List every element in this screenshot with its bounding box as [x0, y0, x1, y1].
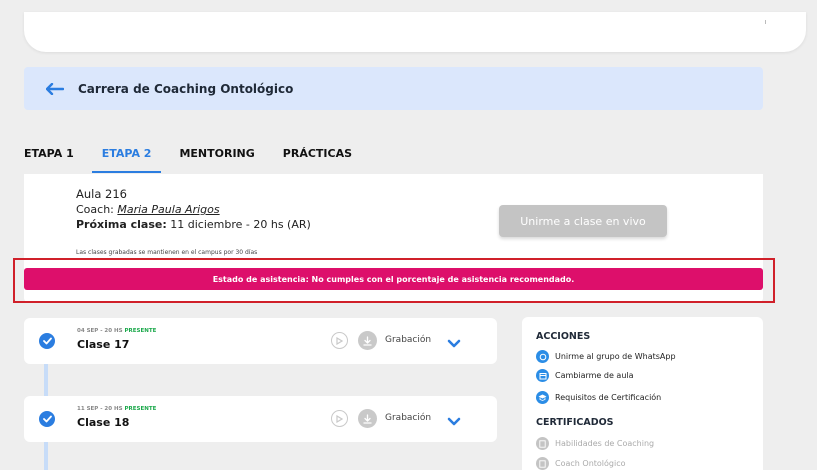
divider	[765, 20, 766, 24]
class-status: PRESENTE	[124, 328, 157, 334]
certificate-icon	[536, 437, 549, 450]
class-title: Clase 17	[77, 338, 130, 351]
sidebar-item-label: Unirme al grupo de WhatsApp	[555, 352, 676, 361]
tab-mentoring[interactable]: MENTORING	[179, 147, 254, 173]
recorded-note: Las clases grabadas se mantienen en el c…	[76, 249, 258, 256]
tab-etapa-2[interactable]: ETAPA 2	[91, 147, 162, 173]
sidebar-item-label: Requisitos de Certificación	[555, 393, 662, 402]
class-title: Clase 18	[77, 416, 130, 429]
check-icon	[39, 411, 55, 427]
class-meta: 11 SEP - 20 HS PRESENTE	[77, 406, 156, 412]
actions-heading: ACCIONES	[536, 331, 591, 342]
sidebar-item-label: Coach Ontológico	[555, 459, 626, 468]
calendar-icon	[536, 369, 549, 382]
whatsapp-icon	[536, 350, 549, 363]
class-card: 11 SEP - 20 HS PRESENTE Clase 18 Grabaci…	[24, 396, 497, 442]
class-date: 11 SEP - 20 HS	[77, 406, 125, 412]
aula-name: Aula 216	[76, 187, 128, 201]
sidebar-item-label: Cambiarme de aula	[555, 371, 634, 380]
aula-info: Aula 216 Coach: Maria Paula Arigos Próxi…	[76, 187, 311, 231]
sidebar-item-label: Habilidades de Coaching	[555, 439, 655, 448]
download-icon[interactable]	[358, 409, 377, 428]
top-card	[24, 12, 806, 52]
join-live-class-button[interactable]: Unirme a clase en vivo	[499, 205, 667, 237]
coach-link[interactable]: Maria Paula Arigos	[117, 203, 219, 216]
stage-tabs: ETAPA 1 ETAPA 2 MENTORING PRÁCTICAS	[24, 147, 380, 173]
next-class-value: 11 diciembre - 20 hs (AR)	[166, 218, 311, 231]
class-status: PRESENTE	[124, 406, 157, 412]
play-icon[interactable]	[331, 410, 348, 427]
download-icon[interactable]	[358, 331, 377, 350]
recording-label[interactable]: Grabación	[385, 335, 431, 345]
tab-practicas[interactable]: PRÁCTICAS	[283, 147, 352, 173]
next-class-line: Próxima clase: 11 diciembre - 20 hs (AR)	[76, 218, 311, 231]
back-arrow-icon[interactable]	[46, 82, 64, 95]
class-date: 04 SEP - 20 HS	[77, 328, 125, 334]
highlight-frame	[13, 258, 775, 303]
graduation-cap-icon	[536, 391, 549, 404]
play-icon[interactable]	[331, 332, 348, 349]
course-header: Carrera de Coaching Ontológico	[24, 67, 763, 110]
course-title: Carrera de Coaching Ontológico	[78, 81, 294, 96]
certificates-heading: CERTIFICADOS	[536, 417, 614, 428]
check-icon	[39, 333, 55, 349]
next-class-prefix: Próxima clase:	[76, 218, 167, 231]
coach-line: Coach: Maria Paula Arigos	[76, 203, 311, 216]
sidebar-item-certificate-skills[interactable]: Habilidades de Coaching	[536, 437, 654, 450]
sidebar-item-requirements[interactable]: Requisitos de Certificación	[536, 391, 661, 404]
sidebar-panel: ACCIONES Unirme al grupo de WhatsApp Cam…	[522, 317, 763, 470]
recording-label[interactable]: Grabación	[385, 413, 431, 423]
class-card: 04 SEP - 20 HS PRESENTE Clase 17 Grabaci…	[24, 318, 497, 364]
tab-etapa-1[interactable]: ETAPA 1	[24, 147, 74, 173]
sidebar-item-change-aula[interactable]: Cambiarme de aula	[536, 369, 634, 382]
coach-prefix: Coach:	[76, 203, 118, 216]
class-meta: 04 SEP - 20 HS PRESENTE	[77, 328, 156, 334]
chevron-down-icon[interactable]	[447, 334, 461, 348]
chevron-down-icon[interactable]	[447, 412, 461, 426]
sidebar-item-whatsapp[interactable]: Unirme al grupo de WhatsApp	[536, 350, 676, 363]
sidebar-item-certificate-coach[interactable]: Coach Ontológico	[536, 457, 626, 470]
certificate-icon	[536, 457, 549, 470]
